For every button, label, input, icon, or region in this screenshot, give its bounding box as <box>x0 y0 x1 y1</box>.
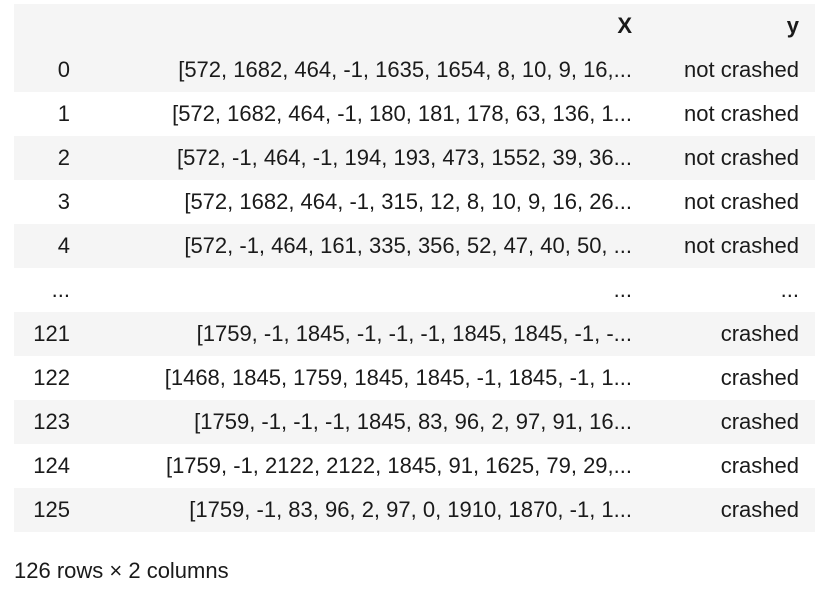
table-row: 3 [572, 1682, 464, -1, 315, 12, 8, 10, 9… <box>14 180 815 224</box>
cell-y: not crashed <box>684 57 799 82</box>
column-header-x: X <box>617 13 632 38</box>
cell-y: not crashed <box>684 233 799 258</box>
table-row: 2 [572, -1, 464, -1, 194, 193, 473, 1552… <box>14 136 815 180</box>
cell-x: ... <box>613 277 632 302</box>
table-row: 4 [572, -1, 464, 161, 335, 356, 52, 47, … <box>14 224 815 268</box>
cell-x: [1759, -1, 2122, 2122, 1845, 91, 1625, 7… <box>165 453 632 478</box>
cell-y: crashed <box>720 365 799 390</box>
cell-x: [572, 1682, 464, -1, 1635, 1654, 8, 10, … <box>178 57 632 82</box>
row-index: 124 <box>33 453 70 478</box>
row-index: 122 <box>33 365 70 390</box>
row-index: 4 <box>57 233 70 258</box>
table-row: 124 [1759, -1, 2122, 2122, 1845, 91, 162… <box>14 444 815 488</box>
dataframe-shape-caption: 126 rows × 2 columns <box>14 558 229 583</box>
column-header-y: y <box>786 13 799 38</box>
row-index: 3 <box>57 189 70 214</box>
table-row: 122 [1468, 1845, 1759, 1845, 1845, -1, 1… <box>14 356 815 400</box>
cell-x: [572, 1682, 464, -1, 180, 181, 178, 63, … <box>172 101 632 126</box>
row-index: ... <box>51 277 70 302</box>
cell-y: ... <box>780 277 799 302</box>
cell-y: not crashed <box>684 189 799 214</box>
row-index: 125 <box>33 497 70 522</box>
table-row: 121 [1759, -1, 1845, -1, -1, -1, 1845, 1… <box>14 312 815 356</box>
row-index: 123 <box>33 409 70 434</box>
row-index: 1 <box>57 101 70 126</box>
row-index: 2 <box>57 145 70 170</box>
ellipsis-row: ... ... ... <box>14 268 815 312</box>
cell-x: [572, -1, 464, 161, 335, 356, 52, 47, 40… <box>184 233 632 258</box>
cell-x: [1468, 1845, 1759, 1845, 1845, -1, 1845,… <box>164 365 632 390</box>
cell-x: [572, -1, 464, -1, 194, 193, 473, 1552, … <box>176 145 632 170</box>
cell-y: crashed <box>720 409 799 434</box>
table-row: 1 [572, 1682, 464, -1, 180, 181, 178, 63… <box>14 92 815 136</box>
index-header <box>14 4 72 48</box>
table-row: 0 [572, 1682, 464, -1, 1635, 1654, 8, 10… <box>14 48 815 92</box>
cell-y: crashed <box>720 497 799 522</box>
cell-y: not crashed <box>684 145 799 170</box>
cell-x: [1759, -1, 83, 96, 2, 97, 0, 1910, 1870,… <box>189 497 632 522</box>
row-index: 0 <box>57 57 70 82</box>
cell-y: crashed <box>720 453 799 478</box>
dataframe-table: X y 0 [572, 1682, 464, -1, 1635, 1654, 8… <box>14 4 815 532</box>
row-index: 121 <box>33 321 70 346</box>
cell-x: [1759, -1, -1, -1, 1845, 83, 96, 2, 97, … <box>194 409 632 434</box>
dataframe-output: X y 0 [572, 1682, 464, -1, 1635, 1654, 8… <box>14 4 815 532</box>
cell-x: [1759, -1, 1845, -1, -1, -1, 1845, 1845,… <box>196 321 632 346</box>
header-row: X y <box>14 4 815 48</box>
cell-y: not crashed <box>684 101 799 126</box>
cell-y: crashed <box>720 321 799 346</box>
table-row: 123 [1759, -1, -1, -1, 1845, 83, 96, 2, … <box>14 400 815 444</box>
table-row: 125 [1759, -1, 83, 96, 2, 97, 0, 1910, 1… <box>14 488 815 532</box>
cell-x: [572, 1682, 464, -1, 315, 12, 8, 10, 9, … <box>184 189 632 214</box>
